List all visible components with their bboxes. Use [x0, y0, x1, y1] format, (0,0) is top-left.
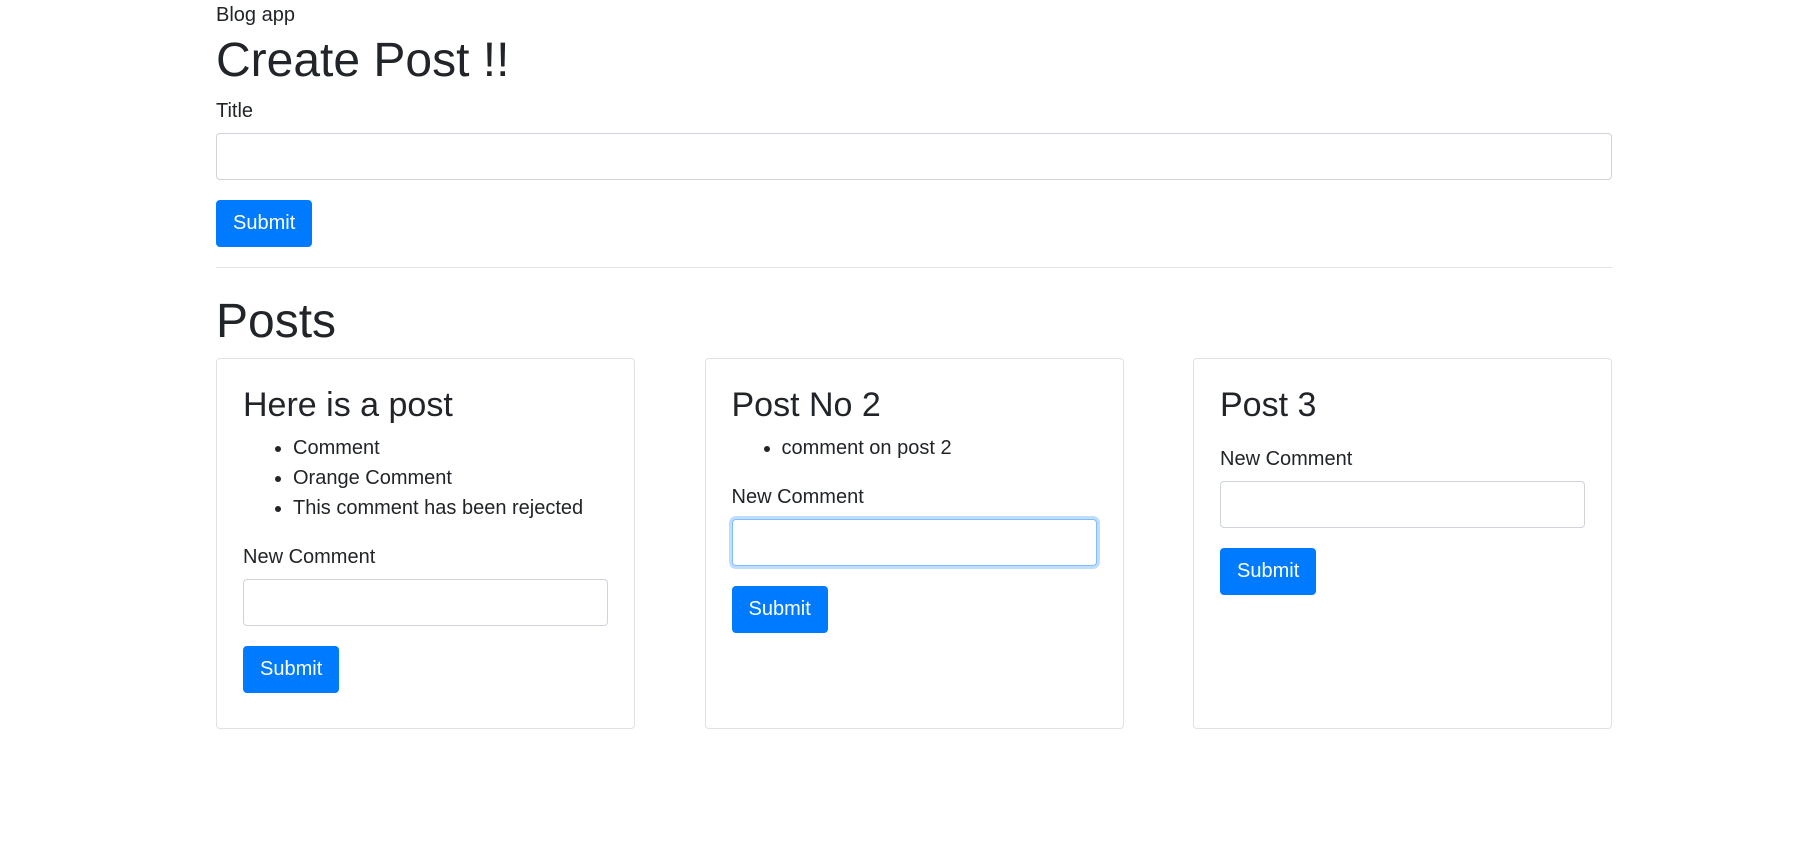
- section-divider: [216, 267, 1612, 268]
- new-comment-label: New Comment: [731, 486, 864, 508]
- comment-list: comment on post 2: [732, 433, 1097, 463]
- comment-submit-button[interactable]: Submit: [243, 646, 340, 693]
- new-comment-input[interactable]: [1220, 481, 1585, 528]
- post-title-input[interactable]: [216, 133, 1612, 180]
- create-post-title: Create Post !!: [216, 34, 510, 87]
- new-comment-input[interactable]: [243, 579, 608, 626]
- posts-list: Here is a post Comment Orange Comment Th…: [216, 358, 1612, 729]
- comment-item: This comment has been rejected: [293, 493, 608, 523]
- create-post-form: Title Submit: [216, 99, 1612, 247]
- post-title: Here is a post: [243, 386, 453, 424]
- comment-list: [1220, 433, 1585, 447]
- comment-item: Comment: [293, 433, 608, 463]
- app-container: Blog app Create Post !! Title Submit Pos…: [216, 0, 1612, 729]
- new-comment-label: New Comment: [1220, 448, 1353, 470]
- comment-item: comment on post 2: [782, 433, 1097, 463]
- new-comment-label: New Comment: [243, 546, 376, 568]
- comment-submit-button[interactable]: Submit: [1220, 548, 1317, 595]
- title-label: Title: [216, 100, 254, 122]
- comment-submit-button[interactable]: Submit: [731, 586, 828, 633]
- post-card: Post No 2 comment on post 2 New Comment …: [704, 358, 1124, 729]
- comment-list: Comment Orange Comment This comment has …: [243, 433, 608, 523]
- post-title: Post No 2: [731, 386, 881, 424]
- posts-title: Posts: [216, 295, 337, 348]
- comment-item: Orange Comment: [293, 463, 608, 493]
- create-post-submit-button[interactable]: Submit: [216, 200, 313, 247]
- new-comment-input[interactable]: [731, 519, 1097, 566]
- post-title: Post 3: [1220, 386, 1317, 424]
- post-card: Here is a post Comment Orange Comment Th…: [216, 358, 635, 729]
- post-card: Post 3 New Comment Submit: [1193, 358, 1612, 729]
- app-name: Blog app: [216, 4, 295, 26]
